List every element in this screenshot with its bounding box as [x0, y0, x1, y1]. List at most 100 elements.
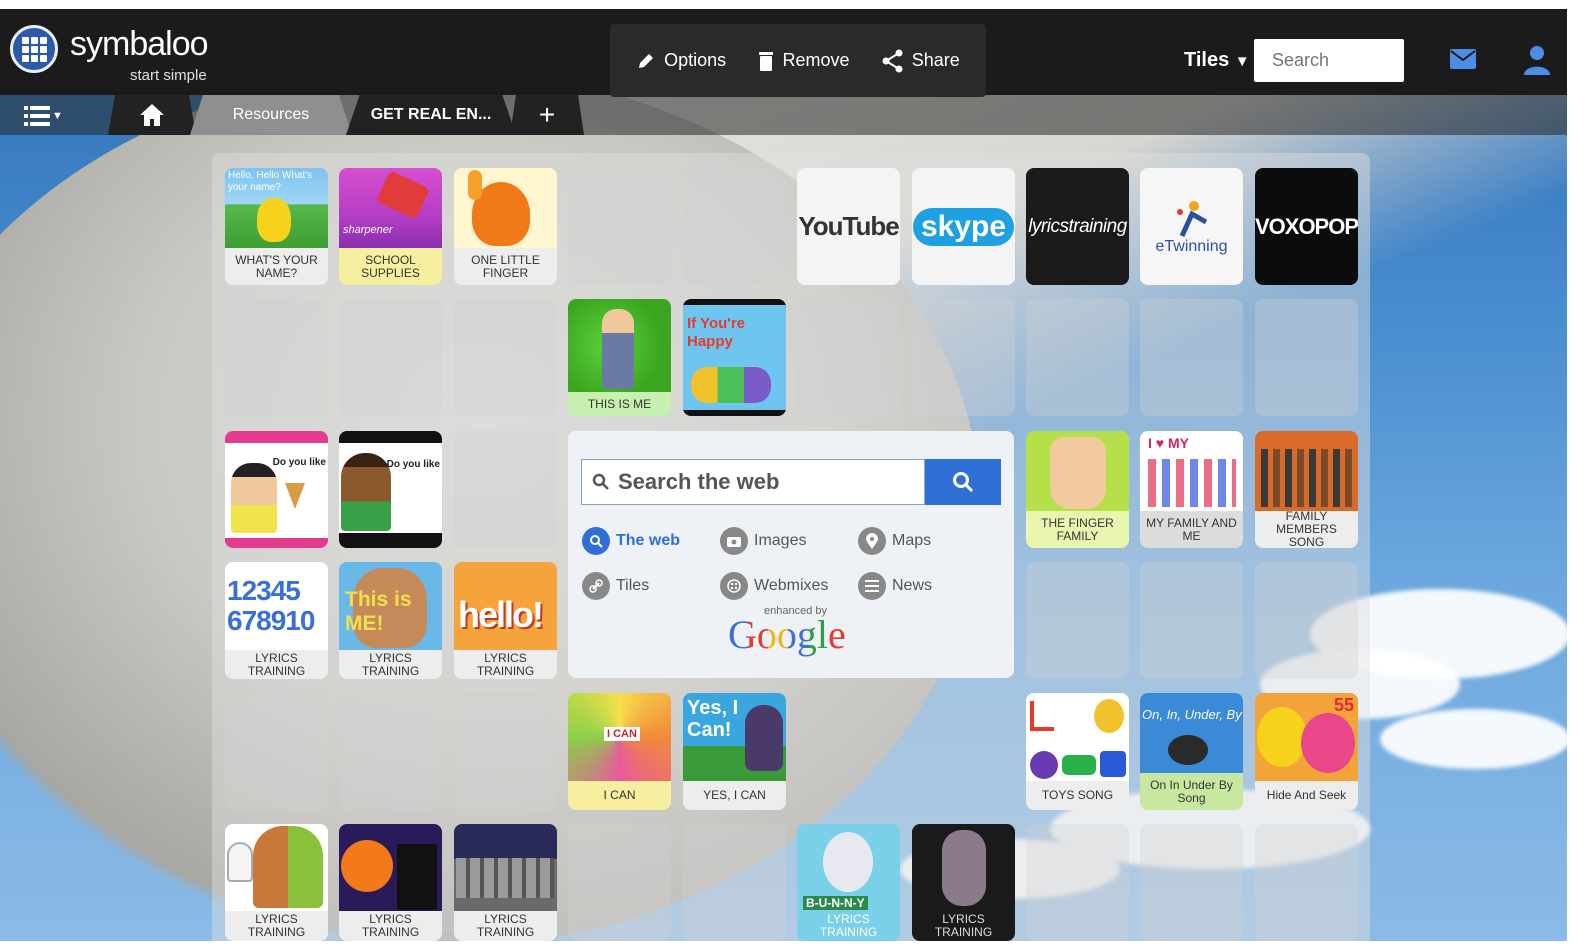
- empty-tile[interactable]: [683, 824, 786, 941]
- tile-halloween-lyrics-1[interactable]: LYRICS TRAINING: [225, 824, 328, 941]
- tile-do-you-like-spaghetti[interactable]: Do you like: [339, 431, 442, 548]
- tile-school-supplies[interactable]: sharpener SCHOOL SUPPLIES: [339, 168, 442, 285]
- empty-tile[interactable]: [1140, 299, 1243, 416]
- tile-family-members-song[interactable]: FAMILY MEMBERS SONG: [1255, 431, 1358, 548]
- options-button[interactable]: Options: [636, 50, 726, 71]
- empty-tile[interactable]: [454, 693, 557, 810]
- tile-this-is-me[interactable]: THIS IS ME: [568, 299, 671, 416]
- tile-halloween-lyrics-2[interactable]: LYRICS TRAINING: [339, 824, 442, 941]
- tile-on-in-under-by[interactable]: On, In, Under, By On In Under By Song: [1140, 693, 1243, 810]
- empty-tile[interactable]: [1255, 824, 1358, 941]
- tab-get-real-english[interactable]: GET REAL EN...: [346, 95, 516, 135]
- tile-caption: WHAT'S YOUR NAME?: [225, 248, 328, 285]
- add-tab-button[interactable]: +: [510, 95, 584, 135]
- finger-shape: [468, 170, 482, 200]
- rabbit-icon: [942, 830, 986, 906]
- empty-tile[interactable]: [454, 299, 557, 416]
- pink-character-icon: [1301, 713, 1355, 773]
- tile-the-finger-family[interactable]: THE FINGER FAMILY: [1026, 431, 1129, 548]
- search-option-tiles[interactable]: Tiles: [582, 572, 649, 600]
- empty-tile[interactable]: [1026, 299, 1129, 416]
- options-label: Options: [664, 50, 727, 70]
- tile-caption: MY FAMILY AND ME: [1140, 511, 1243, 548]
- share-button[interactable]: Share: [882, 49, 960, 73]
- tile-bunny-lyrics[interactable]: B-U-N-N-Y LYRICS TRAINING: [797, 824, 900, 941]
- tile-hello-lyrics[interactable]: hello! LYRICS TRAINING: [454, 562, 557, 679]
- empty-tile[interactable]: [454, 431, 557, 548]
- empty-tile[interactable]: [797, 299, 900, 416]
- logo-tagline: start simple: [130, 67, 207, 84]
- tile-lyricstraining[interactable]: lyricstraining: [1026, 168, 1129, 285]
- action-toolbar: Options Remove Share: [610, 24, 986, 97]
- search-option-news[interactable]: News: [858, 572, 932, 600]
- search-option-web[interactable]: The web: [582, 527, 680, 555]
- tab-home[interactable]: [108, 95, 196, 135]
- tile-caption: SCHOOL SUPPLIES: [339, 248, 442, 285]
- tile-image-text: Hello, Hello What's your name?: [228, 170, 313, 193]
- tile-etwinning[interactable]: eTwinning: [1140, 168, 1243, 285]
- tile-hide-and-seek[interactable]: 55 Hide And Seek: [1255, 693, 1358, 810]
- empty-tile[interactable]: [568, 168, 671, 285]
- empty-tile[interactable]: [339, 299, 442, 416]
- tile-skype[interactable]: skype: [912, 168, 1015, 285]
- empty-tile[interactable]: [339, 693, 442, 810]
- option-label: Tiles: [616, 577, 650, 594]
- tile-yes-i-can[interactable]: Yes, I Can! YES, I CAN: [683, 693, 786, 810]
- gorilla-icon: [745, 705, 783, 771]
- tile-i-can[interactable]: I CAN I CAN: [568, 693, 671, 810]
- empty-tile[interactable]: [1140, 824, 1243, 941]
- option-label: News: [892, 577, 933, 594]
- youtube-logo: YouTube: [798, 211, 899, 241]
- tiles-dropdown[interactable]: Tiles ▼: [1184, 49, 1250, 72]
- tile-if-youre-happy[interactable]: If You're Happy: [683, 299, 786, 416]
- remove-button[interactable]: Remove: [758, 50, 850, 72]
- empty-tile[interactable]: [1255, 562, 1358, 679]
- empty-tile[interactable]: [912, 299, 1015, 416]
- graveyard-icon: [456, 858, 554, 898]
- tile-numbers-lyrics[interactable]: 12345 678910 LYRICS TRAINING: [225, 562, 328, 679]
- mail-icon[interactable]: [1450, 49, 1476, 69]
- search-option-webmixes[interactable]: Webmixes: [720, 572, 828, 600]
- tile-caption: LYRICS TRAINING: [339, 911, 442, 941]
- tab-resources[interactable]: Resources: [190, 95, 352, 135]
- tile-toys-song[interactable]: TOYS SONG: [1026, 693, 1129, 810]
- search-option-maps[interactable]: Maps: [858, 527, 931, 555]
- empty-tile[interactable]: [1140, 562, 1243, 679]
- tile-do-you-like-icecream[interactable]: Do you like: [225, 431, 328, 548]
- search-option-images[interactable]: Images: [720, 527, 806, 555]
- map-pin-icon: [858, 527, 886, 555]
- user-icon[interactable]: [1523, 45, 1551, 75]
- tile-this-is-me-lyrics[interactable]: This is ME! LYRICS TRAINING: [339, 562, 442, 679]
- option-label: Webmixes: [754, 577, 829, 594]
- tile-rabbit-lyrics[interactable]: LYRICS TRAINING: [912, 824, 1015, 941]
- magnifier-icon: [582, 527, 610, 555]
- empty-tile[interactable]: [1255, 299, 1358, 416]
- symbaloo-logo-icon[interactable]: [10, 25, 58, 73]
- tile-halloween-lyrics-3[interactable]: LYRICS TRAINING: [454, 824, 557, 941]
- list-menu-button[interactable]: ▼: [24, 105, 63, 127]
- kid-costume-icon: [253, 826, 323, 908]
- tile-one-little-finger[interactable]: ONE LITTLE FINGER: [454, 168, 557, 285]
- tile-image-text: hello!: [458, 594, 544, 635]
- tile-caption: LYRICS TRAINING: [912, 911, 1015, 941]
- empty-tile[interactable]: [568, 824, 671, 941]
- sharpener-icon: [375, 170, 431, 220]
- empty-tile[interactable]: [683, 168, 786, 285]
- haunted-house-icon: [397, 844, 437, 910]
- empty-tile[interactable]: [225, 299, 328, 416]
- bunny-icon: [823, 832, 873, 892]
- web-search-input[interactable]: Search the web: [581, 459, 925, 505]
- tile-image: I ♥ MY: [1140, 431, 1243, 511]
- tile-youtube[interactable]: YouTube: [797, 168, 900, 285]
- tile-whats-your-name[interactable]: Hello, Hello What's your name? WHAT'S YO…: [225, 168, 328, 285]
- tile-image-text: I CAN: [604, 727, 640, 741]
- tab-bar: ▼ Resources GET REAL EN... +: [0, 95, 1567, 135]
- tile-voxopop[interactable]: VOXOPOP: [1255, 168, 1358, 285]
- search-input[interactable]: [1254, 39, 1404, 82]
- tile-my-family-and-me[interactable]: I ♥ MY MY FAMILY AND ME: [1140, 431, 1243, 548]
- empty-tile[interactable]: [1026, 562, 1129, 679]
- empty-tile[interactable]: [1026, 824, 1129, 941]
- empty-tile[interactable]: [225, 693, 328, 810]
- logo-text[interactable]: symbaloo: [70, 27, 209, 61]
- web-search-button[interactable]: [925, 459, 1001, 505]
